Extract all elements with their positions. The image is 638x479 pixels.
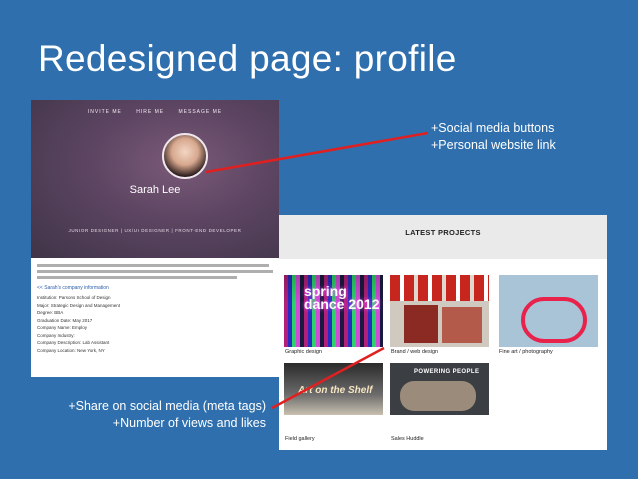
project-label[interactable]: Sales Huddle bbox=[391, 436, 424, 442]
project-tile-field-gallery[interactable]: Art on the Shelf bbox=[284, 363, 383, 415]
profile-body: << Sarah's company information Instituti… bbox=[37, 264, 277, 354]
tile-art-text: spring dance 2012 bbox=[304, 283, 380, 312]
projects-header: LATEST PROJECTS bbox=[279, 215, 607, 259]
tile-art bbox=[521, 297, 587, 343]
annotation-top: +Social media buttons +Personal website … bbox=[431, 120, 556, 154]
bio-text-line bbox=[37, 276, 237, 279]
tile-art bbox=[442, 307, 482, 343]
avatar bbox=[162, 133, 208, 179]
tile-art bbox=[404, 305, 438, 343]
project-label[interactable]: Brand / web design bbox=[391, 349, 438, 355]
annotation-bottom: +Share on social media (meta tags) +Numb… bbox=[40, 398, 266, 432]
annotation-line: +Number of views and likes bbox=[112, 416, 266, 430]
projects-screenshot: LATEST PROJECTS spring dance 2012 Graphi… bbox=[279, 215, 607, 450]
detail-company-industry: Company Industry: bbox=[37, 332, 75, 338]
project-label[interactable]: Field gallery bbox=[285, 436, 315, 442]
annotation-line: +Social media buttons bbox=[431, 121, 555, 135]
slide-title: Redesigned page: profile bbox=[38, 38, 457, 79]
profile-nav: INVITE ME HIRE ME MESSAGE ME bbox=[31, 109, 279, 115]
detail-company-location: Company Location: New York, NY bbox=[37, 347, 105, 353]
detail-company-name: Company Name: Employ bbox=[37, 325, 88, 330]
tile-art-text: Art on the Shelf bbox=[298, 385, 373, 396]
detail-institution: Institution: Parsons School of Design bbox=[37, 295, 111, 300]
profile-screenshot: INVITE ME HIRE ME MESSAGE ME Sarah Lee J… bbox=[31, 100, 279, 377]
project-tile-brand-web-design[interactable] bbox=[390, 275, 489, 347]
project-label[interactable]: Fine art / photography bbox=[499, 349, 553, 355]
company-info-link[interactable]: << Sarah's company information bbox=[37, 285, 277, 291]
project-tile-fine-art-photography[interactable] bbox=[499, 275, 598, 347]
hire-me-link[interactable]: HIRE ME bbox=[136, 109, 164, 115]
detail-degree: Degree: BBA bbox=[37, 310, 64, 315]
detail-major: Major: Strategic Design and Management bbox=[37, 302, 121, 308]
annotation-line: +Personal website link bbox=[431, 138, 556, 152]
detail-company-description: Company Description: Lab Assistant bbox=[37, 340, 110, 345]
message-me-link[interactable]: MESSAGE ME bbox=[179, 109, 223, 115]
bio-text-line bbox=[37, 264, 269, 267]
tile-art bbox=[400, 381, 476, 411]
profile-hero-banner: INVITE ME HIRE ME MESSAGE ME Sarah Lee J… bbox=[31, 100, 279, 258]
projects-title: LATEST PROJECTS bbox=[405, 228, 481, 237]
invite-me-link[interactable]: INVITE ME bbox=[88, 109, 122, 115]
tile-art bbox=[390, 275, 489, 301]
bio-text-line bbox=[37, 270, 273, 273]
profile-roles: JUNIOR DESIGNER | UX/UI DESIGNER | FRONT… bbox=[68, 228, 242, 233]
detail-graduation: Graduation Date: May 2017 bbox=[37, 317, 93, 323]
tile-art-text: POWERING PEOPLE bbox=[414, 369, 480, 375]
profile-name: Sarah Lee bbox=[129, 184, 181, 196]
project-tile-graphic-design[interactable]: spring dance 2012 bbox=[284, 275, 383, 347]
annotation-line: +Share on social media (meta tags) bbox=[68, 399, 266, 413]
project-tile-sales-huddle[interactable]: POWERING PEOPLE bbox=[390, 363, 489, 415]
project-label[interactable]: Graphic design bbox=[285, 349, 322, 355]
